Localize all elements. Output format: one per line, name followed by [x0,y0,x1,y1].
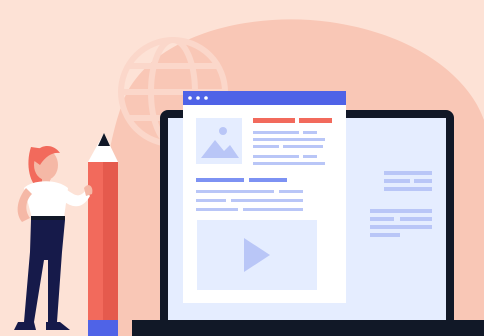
browser-window [183,91,346,303]
window-dot [204,96,208,100]
play-video-icon [197,220,317,290]
window-dot [196,96,200,100]
window-dot [188,96,192,100]
laptop-base [132,320,484,336]
image-placeholder-icon [196,118,242,164]
pencil-icon [88,133,118,336]
illustration-stage [0,0,484,336]
illustration [0,0,484,336]
